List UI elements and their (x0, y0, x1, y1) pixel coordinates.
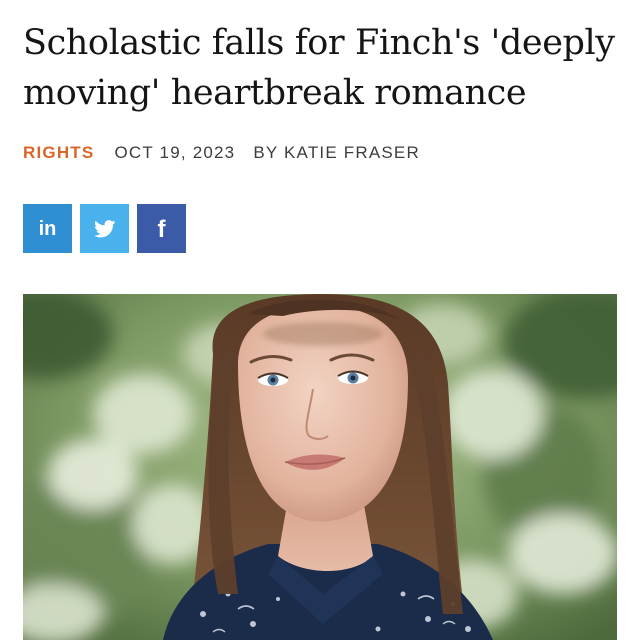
publish-date: OCT 19, 2023 (114, 143, 236, 162)
linkedin-label: in (39, 218, 57, 240)
linkedin-icon: in (39, 218, 57, 240)
author-byline[interactable]: BY KATIE FRASER (253, 143, 420, 163)
author-portrait-photo (23, 294, 617, 640)
article-meta: RIGHTS OCT 19, 2023 BY KATIE FRASER (23, 142, 420, 164)
facebook-share-button[interactable]: f (137, 204, 186, 253)
article-headline: Scholastic falls for Finch's 'deeply mov… (23, 23, 615, 113)
facebook-icon: f (158, 216, 167, 243)
facebook-label: f (158, 216, 167, 243)
linkedin-share-button[interactable]: in (23, 204, 72, 253)
twitter-bird-icon (93, 219, 115, 237)
article-page: Scholastic falls for Finch's 'deeply mov… (0, 0, 640, 640)
twitter-share-button[interactable] (80, 204, 129, 253)
share-buttons: in f (23, 204, 186, 253)
category-link[interactable]: RIGHTS (23, 143, 94, 163)
portrait-image (23, 294, 617, 640)
